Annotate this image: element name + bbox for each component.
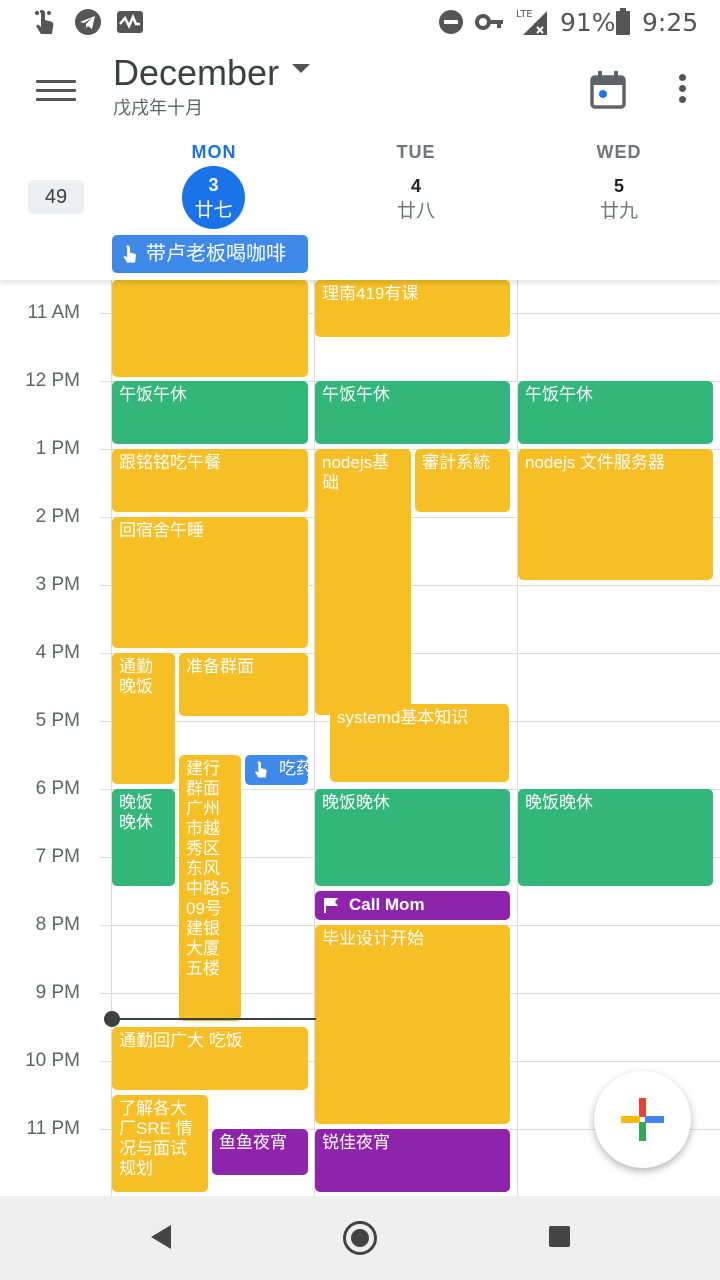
navigation-bar — [0, 1196, 720, 1280]
event-block[interactable]: 午饭午休 — [518, 381, 713, 444]
hour-label: 8 PM — [35, 914, 80, 935]
svg-text:LTE: LTE — [516, 9, 533, 20]
event-block[interactable] — [112, 280, 308, 377]
day-lunar: 廿七 — [194, 200, 233, 221]
event-block[interactable]: 理南419有课 — [315, 280, 510, 337]
more-vert-icon — [678, 74, 686, 81]
day-lunar-wed: 廿九 — [599, 201, 638, 222]
day-of-week-tue: TUE — [396, 142, 436, 162]
lunar-month: 戊戌年十月 — [113, 98, 203, 118]
day-number-wed[interactable]: 5 — [559, 176, 679, 197]
touch-icon — [123, 245, 136, 263]
day-of-week-wed: WED — [596, 142, 642, 162]
hour-label: 2 PM — [35, 506, 80, 527]
more-options-button[interactable] — [672, 74, 692, 108]
event-block[interactable]: 毕业设计开始 — [315, 925, 510, 1124]
event-block[interactable]: 午饭午休 — [315, 381, 510, 444]
event-block[interactable]: 通勤 晚饭 — [112, 653, 175, 784]
hamburger-icon — [36, 80, 76, 83]
event-block[interactable]: systemd基本知识 — [330, 704, 509, 782]
day-number: 3 — [208, 175, 219, 195]
week-number-badge: 49 — [28, 180, 84, 214]
month-title[interactable]: December — [113, 52, 279, 94]
event-block[interactable]: 通勤回广大 吃饭 — [112, 1027, 308, 1090]
event-block[interactable]: 跟铭铭吃午餐 — [112, 449, 308, 512]
battery-icon — [614, 7, 632, 37]
event-block[interactable]: 審計系統 — [415, 449, 510, 512]
hour-label: 12 PM — [25, 370, 80, 391]
event-block[interactable]: 建行群面 广州市越秀区东风中路509号建银大厦五楼 — [179, 755, 241, 1021]
calendar-header: December 戊戌年十月 49 MON 3 廿七 TUE 4 廿八 WED … — [0, 44, 720, 280]
menu-button[interactable] — [36, 74, 76, 108]
activity-icon — [115, 7, 145, 37]
signal-icon: LTE — [514, 7, 550, 37]
calendar-today-icon — [590, 71, 626, 109]
hour-label: 10 PM — [25, 1050, 80, 1071]
battery-percent: 91% — [560, 8, 616, 37]
event-block[interactable]: 晚饭晚休 — [518, 789, 713, 886]
day-of-week-mon: MON — [191, 142, 237, 162]
key-icon — [474, 7, 506, 37]
event-title: 吃药 — [279, 759, 308, 778]
hour-label: 6 PM — [35, 778, 80, 799]
plus-icon — [621, 1098, 664, 1141]
week-grid[interactable]: 11 AM 12 PM 1 PM 2 PM 3 PM 4 PM 5 PM 6 P… — [0, 280, 720, 1196]
allday-event[interactable]: 带卢老板喝咖啡 — [112, 235, 308, 273]
hour-label: 5 PM — [35, 710, 80, 731]
current-time-dot — [104, 1011, 120, 1027]
event-block[interactable]: 鱼鱼夜宵 — [212, 1129, 308, 1175]
hour-label: 4 PM — [35, 642, 80, 663]
back-icon[interactable] — [151, 1225, 171, 1249]
event-title: 带卢老板喝咖啡 — [146, 243, 286, 265]
event-title: Call Mom — [349, 895, 425, 914]
current-time-line — [112, 1018, 316, 1020]
event-block-medicine[interactable]: 吃药 — [245, 755, 308, 785]
chevron-down-icon[interactable] — [292, 64, 310, 73]
hour-label: 3 PM — [35, 574, 80, 595]
event-block[interactable]: nodejs基础 — [315, 449, 411, 715]
telegram-icon — [73, 7, 103, 37]
event-block[interactable]: 午饭午休 — [112, 381, 308, 444]
event-block[interactable]: 锐佳夜宵 — [315, 1129, 510, 1192]
dnd-icon — [437, 7, 465, 37]
day-mon-today[interactable]: 3 廿七 — [182, 166, 245, 229]
status-bar: LTE 91% 9:25 — [0, 0, 720, 44]
hour-label: 9 PM — [35, 982, 80, 1003]
hour-label: 7 PM — [35, 846, 80, 867]
hour-label: 11 PM — [26, 1118, 80, 1139]
flag-icon — [324, 898, 338, 913]
today-button[interactable] — [590, 71, 626, 109]
touch-icon — [32, 7, 58, 37]
hour-label: 1 PM — [35, 438, 80, 459]
event-block[interactable]: nodejs 文件服务器 — [518, 449, 713, 580]
add-event-button[interactable] — [594, 1071, 691, 1168]
touch-icon — [255, 761, 267, 778]
recents-icon[interactable] — [549, 1226, 570, 1247]
home-icon[interactable] — [343, 1221, 377, 1255]
clock: 9:25 — [642, 8, 699, 37]
event-block[interactable]: 了解各大厂SRE 情况与面试规划 — [112, 1095, 208, 1192]
hour-label: 11 AM — [27, 302, 80, 323]
event-block[interactable]: 准备群面 — [179, 653, 308, 716]
event-block[interactable]: 晚饭晚休 — [315, 789, 510, 886]
day-lunar-tue: 廿八 — [396, 201, 435, 222]
day-number-tue[interactable]: 4 — [356, 176, 476, 197]
event-block-call-mom[interactable]: Call Mom — [315, 891, 510, 920]
event-block[interactable]: 晚饭晚休 — [112, 789, 175, 886]
event-block[interactable]: 回宿舍午睡 — [112, 517, 308, 648]
